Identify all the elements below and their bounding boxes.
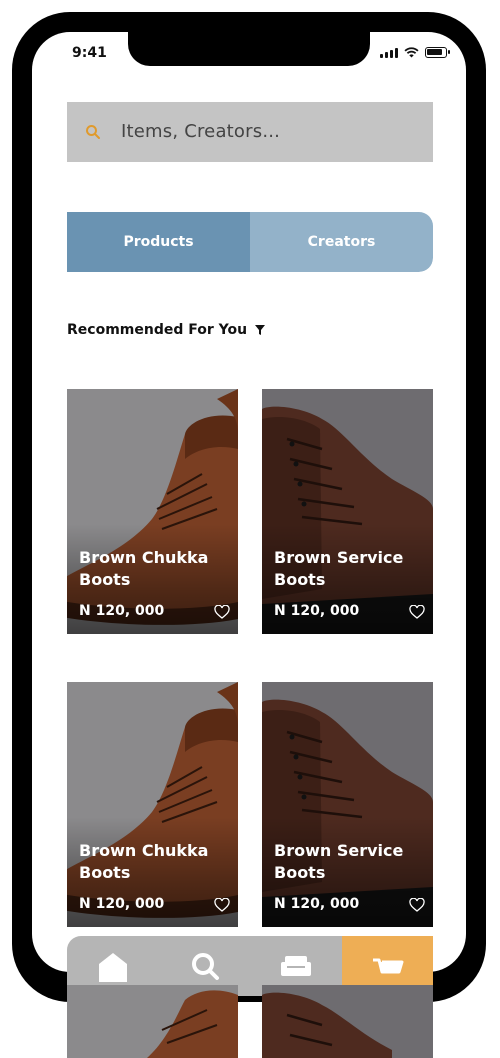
sofa-icon [281,956,311,976]
section-title: Recommended For You [67,322,248,338]
section-header: Recommended For You [67,322,266,338]
heart-icon[interactable] [409,898,425,912]
filter-icon[interactable] [255,325,266,335]
battery-icon [425,47,450,58]
wifi-icon [404,47,419,58]
corner-dot [464,8,470,14]
heart-icon[interactable] [409,605,425,619]
product-name: Brown Chukka Boots [79,841,209,882]
search-bar[interactable]: Items, Creators... [67,102,433,162]
tab-products[interactable]: Products [67,212,250,272]
product-name: Brown Service Boots [274,548,404,589]
product-card-peek [67,985,238,1058]
search-input[interactable]: Items, Creators... [121,121,280,142]
product-card[interactable]: Brown Chukka Boots N 120, 000 [67,389,238,634]
tab-bar: Products Creators [67,212,433,272]
status-time: 9:41 [72,45,107,61]
notch [128,32,370,66]
product-price: N 120, 000 [274,603,360,619]
product-image [262,985,433,1058]
product-price: N 120, 000 [274,896,360,912]
search-icon [86,125,100,139]
cart-icon [372,958,403,974]
status-icons [380,47,450,58]
signal-icon [380,48,398,58]
product-card[interactable]: Brown Service Boots N 120, 000 [262,682,433,927]
search-icon [191,953,219,980]
heart-icon[interactable] [214,605,230,619]
product-price: N 120, 000 [79,603,165,619]
product-card[interactable]: Brown Service Boots N 120, 000 [262,389,433,634]
product-card[interactable]: Brown Chukka Boots N 120, 000 [67,682,238,927]
product-image [67,985,238,1058]
corner-dot [24,8,30,14]
home-icon [99,953,127,982]
product-price: N 120, 000 [79,896,165,912]
heart-icon[interactable] [214,898,230,912]
tab-creators[interactable]: Creators [250,212,433,272]
product-name: Brown Service Boots [274,841,404,882]
product-name: Brown Chukka Boots [79,548,209,589]
product-card-peek [262,985,433,1058]
